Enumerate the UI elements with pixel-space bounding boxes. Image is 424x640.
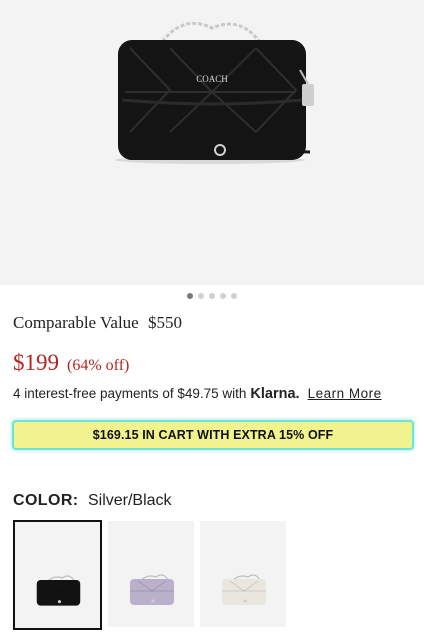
sale-price: $199	[13, 350, 59, 375]
carousel-dot[interactable]	[187, 293, 193, 299]
color-swatch[interactable]	[13, 520, 102, 630]
promo-text: $169.15 IN CART WITH EXTRA 15% OFF	[92, 428, 334, 442]
brand-logo: COACH	[196, 74, 228, 84]
color-swatch[interactable]	[200, 521, 286, 627]
color-selector-label: COLOR: Silver/Black	[13, 492, 172, 510]
product-image-carousel[interactable]: COACH	[0, 0, 424, 285]
comparable-value: Comparable Value $550	[13, 313, 182, 333]
carousel-dot[interactable]	[231, 293, 237, 299]
klarna-installments: 4 interest-free payments of $49.75 with …	[13, 386, 382, 402]
color-swatches	[13, 520, 286, 630]
comparable-price: $550	[147, 313, 182, 332]
discount-percent: (64% off)	[67, 357, 130, 374]
selected-color-name: Silver/Black	[87, 492, 172, 509]
carousel-dot[interactable]	[209, 293, 215, 299]
swatch-bag-image	[130, 574, 174, 605]
price-row: $199 (64% off)	[13, 350, 129, 376]
learn-more-link[interactable]: Learn More	[308, 386, 382, 401]
carousel-dot[interactable]	[198, 293, 204, 299]
promo-banner: $169.15 IN CART WITH EXTRA 15% OFF	[12, 420, 414, 450]
comparable-label: Comparable Value	[13, 313, 139, 332]
product-bag-image: COACH	[115, 22, 314, 164]
carousel-dot[interactable]	[220, 293, 226, 299]
klarna-logo: Klarna.	[250, 386, 300, 402]
color-label: COLOR:	[13, 492, 79, 509]
swatch-bag-image	[222, 574, 266, 605]
carousel-dots[interactable]	[0, 293, 424, 299]
klarna-text: 4 interest-free payments of $49.75 with	[13, 386, 247, 401]
swatch-bag-image	[36, 575, 81, 606]
color-swatch[interactable]	[108, 521, 194, 627]
